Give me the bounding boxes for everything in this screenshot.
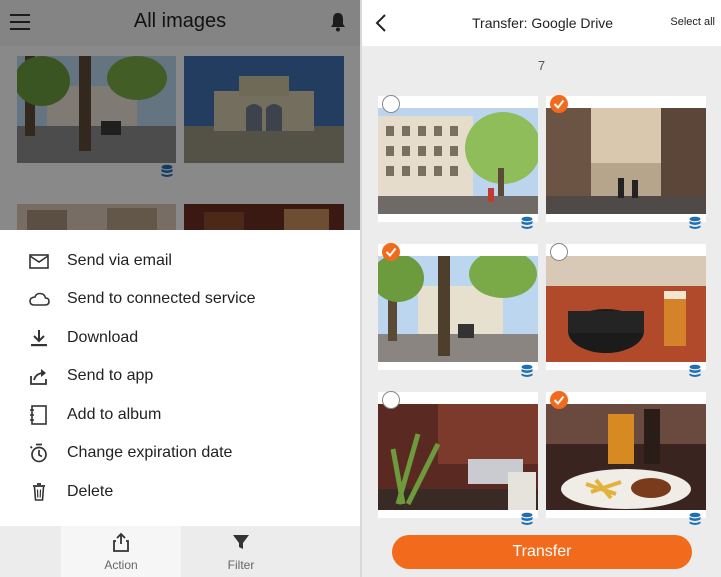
menu-item-delete[interactable]: Delete xyxy=(0,473,360,511)
menu-item-add-to-album[interactable]: Add to album xyxy=(0,396,360,434)
filter-button[interactable]: Filter xyxy=(181,526,301,577)
menu-item-label: Send to app xyxy=(67,367,154,384)
menu-item-send-to-connected-service[interactable]: Send to connected service xyxy=(0,280,360,318)
photo-thumbnail xyxy=(546,256,706,362)
menu-item-label: Change expiration date xyxy=(67,444,233,461)
cloud-database-icon xyxy=(689,364,701,377)
transfer-button[interactable]: Transfer xyxy=(392,535,692,569)
menu-item-send-to-app[interactable]: Send to app xyxy=(0,357,360,395)
trash-icon xyxy=(33,483,45,501)
photo-card[interactable] xyxy=(378,95,538,229)
menu-item-label: Send via email xyxy=(67,252,172,269)
menu-item-change-expiration-date[interactable]: Change expiration date xyxy=(0,434,360,472)
menu-item-send-via-email[interactable]: Send via email xyxy=(0,242,360,280)
photo-thumbnail xyxy=(378,256,538,362)
bottom-nav: Action Filter xyxy=(0,526,360,577)
menu-item-label: Send to connected service xyxy=(67,290,256,307)
cloud-database-icon xyxy=(689,216,701,229)
menu-item-download[interactable]: Download xyxy=(0,319,360,357)
unchecked-circle-icon[interactable] xyxy=(550,243,568,261)
bottom-bar: Transfer xyxy=(362,526,721,577)
photo-thumbnail xyxy=(378,108,538,214)
action-label: Action xyxy=(104,558,138,572)
action-sheet: Send via email Send to connected service… xyxy=(0,230,360,526)
select-all-button[interactable]: Select all xyxy=(670,16,715,28)
timer-icon xyxy=(29,443,47,463)
checked-circle-icon[interactable] xyxy=(382,243,400,261)
photo-card[interactable] xyxy=(546,391,706,525)
checked-circle-icon[interactable] xyxy=(550,391,568,409)
right-screen: Transfer: Google Drive Select all 7 Tran… xyxy=(362,0,721,577)
photo-thumbnail xyxy=(546,108,706,214)
photo-thumbnail xyxy=(378,404,538,510)
menu-item-label: Download xyxy=(67,329,139,346)
album-icon xyxy=(30,405,47,425)
left-screen: All images Send via email Send to connec… xyxy=(0,0,360,577)
share-icon xyxy=(30,369,47,385)
cloud-database-icon xyxy=(521,512,533,525)
selected-count: 7 xyxy=(537,58,546,73)
filter-label: Filter xyxy=(227,558,255,572)
photo-card[interactable] xyxy=(546,95,706,229)
action-button[interactable]: Action xyxy=(61,526,181,577)
cloud-database-icon xyxy=(521,216,533,229)
unchecked-circle-icon[interactable] xyxy=(382,95,400,113)
funnel-icon xyxy=(233,535,249,549)
cloud-database-icon xyxy=(689,512,701,525)
download-icon xyxy=(31,330,47,347)
cloud-database-icon xyxy=(521,364,533,377)
cloud-icon xyxy=(29,292,50,306)
checked-circle-icon[interactable] xyxy=(550,95,568,113)
menu-item-label: Delete xyxy=(67,483,114,500)
back-chevron-icon[interactable] xyxy=(374,13,388,33)
upload-share-icon xyxy=(113,532,129,552)
app-bar: Transfer: Google Drive Select all xyxy=(362,0,721,46)
modal-scrim[interactable] xyxy=(0,0,360,230)
page-title: Transfer: Google Drive xyxy=(472,15,614,31)
menu-item-label: Add to album xyxy=(67,406,162,423)
photo-card[interactable] xyxy=(378,391,538,525)
photo-thumbnail xyxy=(546,404,706,510)
photo-card[interactable] xyxy=(546,243,706,377)
photo-card[interactable] xyxy=(378,243,538,377)
unchecked-circle-icon[interactable] xyxy=(382,391,400,409)
envelope-icon xyxy=(29,254,49,269)
